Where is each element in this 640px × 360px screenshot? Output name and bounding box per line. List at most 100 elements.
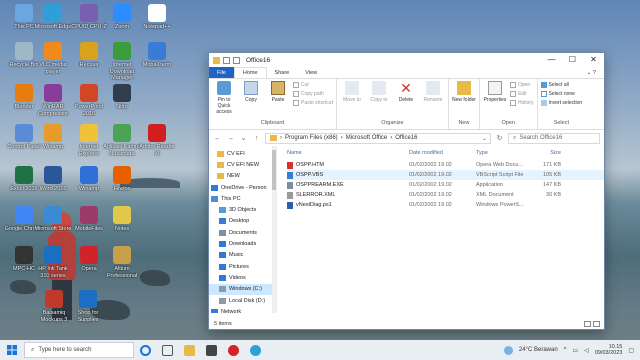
desktop-icon[interactable]: VLC media player [33, 42, 73, 75]
minimize-button[interactable]: — [541, 53, 562, 67]
network-icon[interactable]: ▭ [573, 347, 579, 354]
weather-text[interactable]: 24°C Berawan [519, 347, 558, 353]
paste-button[interactable]: Paste [266, 81, 290, 103]
desktop-icon[interactable]: Notes [102, 206, 142, 233]
copy-to-button[interactable]: Copy to [367, 81, 391, 103]
desktop-icon[interactable]: Winamp [33, 124, 73, 151]
file-row[interactable]: SLERROR.XML 01/02/2002 19.02 XML Document 3… [287, 190, 604, 200]
nav-item[interactable]: NEW [209, 171, 276, 182]
properties-button[interactable]: Properties [483, 81, 507, 103]
tray-chevron-icon[interactable]: ^ [564, 347, 567, 353]
title-bar[interactable]: Office16 — ☐ ✕ [209, 53, 604, 67]
desktop-icon[interactable]: Altium Professional [102, 246, 142, 279]
nav-item[interactable]: This PC [209, 193, 276, 204]
notifications-icon[interactable]: ▢ [628, 347, 634, 354]
volume-icon[interactable]: ◁ [584, 347, 589, 354]
file-explorer-taskbar-icon[interactable] [178, 341, 200, 359]
desktop-icon[interactable]: HP Ink Tank 310 series [33, 246, 73, 279]
breadcrumb-microsoft-office[interactable]: Microsoft Office [346, 135, 388, 141]
new-folder-quick-icon[interactable] [233, 56, 240, 64]
copy-path-button[interactable]: Copy path [293, 91, 333, 97]
pin-quick-access-button[interactable]: Pin to Quick access [212, 81, 236, 115]
nav-item[interactable]: Network [209, 306, 276, 313]
tab-view[interactable]: View [297, 67, 325, 78]
copy-button[interactable]: Copy [239, 81, 263, 103]
desktop-icon[interactable]: WinRAR Compressor [33, 84, 73, 117]
select-none-button[interactable]: Select none [540, 91, 583, 97]
nav-item[interactable]: Videos [209, 272, 276, 283]
nav-item[interactable]: Windows (C:) [209, 283, 276, 295]
desktop-icon[interactable]: Nitro [102, 84, 142, 111]
breadcrumb-program-files[interactable]: Program Files (x86) [285, 135, 338, 141]
details-view-icon[interactable] [584, 321, 591, 327]
paste-shortcut-button[interactable]: Paste shortcut [293, 100, 333, 106]
nav-item[interactable]: CV EFI [209, 148, 276, 159]
tab-home[interactable]: Home [233, 67, 267, 78]
maximize-button[interactable]: ☐ [562, 53, 583, 67]
nav-item[interactable]: CV EFI NEW [209, 159, 276, 170]
edge-taskbar-icon[interactable] [244, 341, 266, 359]
clock[interactable]: 10.15 09/03/2023 [595, 344, 623, 357]
taskbar-search-input[interactable]: ⌕ Type here to search [24, 342, 134, 358]
column-size[interactable]: Size [532, 150, 561, 156]
back-arrow-icon[interactable]: ← [213, 135, 222, 142]
task-view-icon[interactable] [156, 341, 178, 359]
opera-taskbar-icon[interactable] [222, 341, 244, 359]
start-button[interactable] [0, 345, 24, 355]
move-to-button[interactable]: Move to [340, 81, 364, 103]
edit-button[interactable]: Edit [509, 91, 534, 97]
nav-item[interactable]: OneDrive - Person [209, 182, 276, 193]
large-icons-view-icon[interactable] [593, 321, 600, 327]
desktop-icon[interactable]: Microsoft Edge [33, 4, 73, 31]
nav-item[interactable]: 3D Objects [209, 204, 276, 215]
search-input[interactable]: ⌕ Search Office16 [508, 132, 600, 144]
file-row[interactable]: OSPPREARM.EXE 01/02/2002 19.02 Application… [287, 180, 604, 190]
forward-arrow-icon[interactable]: → [226, 135, 235, 142]
refresh-icon[interactable]: ↻ [495, 134, 504, 142]
delete-button[interactable]: ✕ Delete [394, 81, 418, 103]
nav-item[interactable]: Desktop [209, 216, 276, 227]
nav-item[interactable]: Documents [209, 227, 276, 238]
cut-button[interactable]: Cut [293, 82, 333, 88]
desktop-icon[interactable]: Aplikasi Kamus Nusantara [102, 124, 142, 157]
file-row[interactable]: OSPP.HTM 01/02/2002 19.02 Opera Web Docu..… [287, 160, 604, 170]
rename-button[interactable]: Rename [421, 81, 445, 103]
desktop-icon[interactable]: Zoom [102, 4, 142, 31]
store-taskbar-icon[interactable] [200, 341, 222, 359]
desktop-icon[interactable]: Adobe Reader XI [137, 124, 177, 157]
tab-share[interactable]: Share [267, 67, 298, 78]
nav-item-label: CV EFI [227, 150, 245, 157]
address-dropdown-icon[interactable]: ⌄ [482, 135, 490, 142]
tab-file[interactable]: File [209, 67, 234, 78]
recent-chevron-icon[interactable]: ⌄ [239, 134, 248, 142]
address-path[interactable]: › Program Files (x86) › Microsoft Office… [265, 132, 491, 144]
file-row[interactable]: vNextDiag.ps1 01/02/2002 19.02 Windows Pow… [287, 200, 604, 210]
nav-item[interactable]: Music [209, 250, 276, 261]
select-all-button[interactable]: Select all [540, 82, 583, 88]
nav-item[interactable]: Downloads [209, 238, 276, 249]
column-name[interactable]: Name [287, 150, 409, 156]
file-row[interactable]: OSPP.VBS 01/02/2002 19.02 VBScript Script … [287, 170, 604, 180]
nav-scrollbar[interactable] [272, 146, 276, 313]
ribbon-expand-icon[interactable]: ⌄ ? [579, 67, 604, 78]
close-button[interactable]: ✕ [583, 53, 604, 67]
history-button[interactable]: History [509, 100, 534, 106]
column-date[interactable]: Date modified [409, 150, 476, 156]
desktop-icon[interactable]: Microsoft Store [33, 206, 73, 233]
desktop-icon[interactable]: Word 2016 [33, 166, 73, 193]
properties-quick-icon[interactable] [223, 56, 230, 64]
desktop-icon[interactable]: Firefox [102, 166, 142, 193]
desktop-icon[interactable]: Notepad++ [137, 4, 177, 31]
new-folder-button[interactable]: New folder [452, 81, 476, 103]
open-button[interactable]: Open [509, 82, 534, 88]
column-type[interactable]: Type [476, 150, 532, 156]
up-arrow-icon[interactable]: ↑ [252, 135, 261, 142]
cortana-icon[interactable] [134, 341, 156, 359]
nav-item[interactable]: Pictures [209, 261, 276, 272]
desktop-icon[interactable]: Internet Download Manager [102, 42, 142, 82]
breadcrumb-office16[interactable]: Office16 [395, 135, 417, 141]
desktop-icon[interactable]: MobaXterm [137, 42, 177, 69]
invert-selection-button[interactable]: Invert selection [540, 100, 582, 106]
desktop-icon[interactable]: Shop for Supplies [68, 290, 108, 323]
nav-item[interactable]: Local Disk (D:) [209, 295, 276, 306]
